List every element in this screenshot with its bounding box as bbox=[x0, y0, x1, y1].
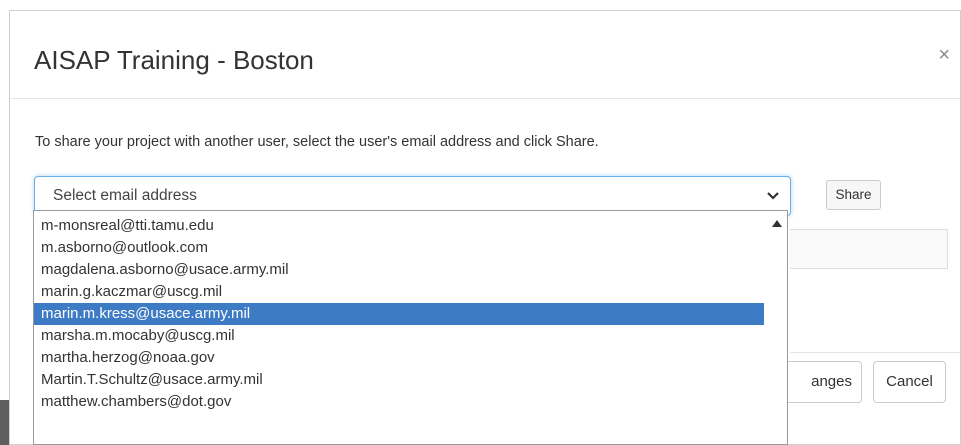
dropdown-scrollbar[interactable] bbox=[767, 211, 787, 444]
modal-header: AISAP Training - Boston × bbox=[10, 11, 960, 99]
email-option[interactable]: marsha.m.mocaby@uscg.mil bbox=[34, 325, 764, 347]
email-option[interactable]: Martin.T.Schultz@usace.army.mil bbox=[34, 369, 764, 391]
share-button[interactable]: Share bbox=[826, 180, 881, 210]
email-option[interactable]: m.asborno@outlook.com bbox=[34, 237, 764, 259]
email-option-highlighted[interactable]: marin.m.kress@usace.army.mil bbox=[34, 303, 764, 325]
chevron-down-icon bbox=[767, 192, 779, 200]
email-option[interactable]: magdalena.asborno@usace.army.mil bbox=[34, 259, 764, 281]
email-option[interactable]: martha.herzog@noaa.gov bbox=[34, 347, 764, 369]
cancel-button[interactable]: Cancel bbox=[873, 361, 946, 403]
modal-title: AISAP Training - Boston bbox=[34, 45, 314, 75]
email-options: m-monsreal@tti.tamu.edu m.asborno@outloo… bbox=[34, 215, 764, 413]
share-instruction: To share your project with another user,… bbox=[35, 134, 599, 150]
email-select-value: Select email address bbox=[53, 187, 197, 204]
email-option[interactable]: matthew.chambers@dot.gov bbox=[34, 391, 764, 413]
shared-users-panel bbox=[790, 229, 948, 269]
close-icon[interactable]: × bbox=[938, 45, 950, 65]
email-option[interactable]: m-monsreal@tti.tamu.edu bbox=[34, 215, 764, 237]
scroll-up-arrow-icon[interactable] bbox=[772, 219, 782, 227]
email-option[interactable]: marin.g.kaczmar@uscg.mil bbox=[34, 281, 764, 303]
email-dropdown-list[interactable]: m-monsreal@tti.tamu.edu m.asborno@outloo… bbox=[33, 210, 788, 445]
save-changes-button[interactable]: anges bbox=[780, 361, 862, 403]
footer-divider bbox=[790, 352, 960, 353]
